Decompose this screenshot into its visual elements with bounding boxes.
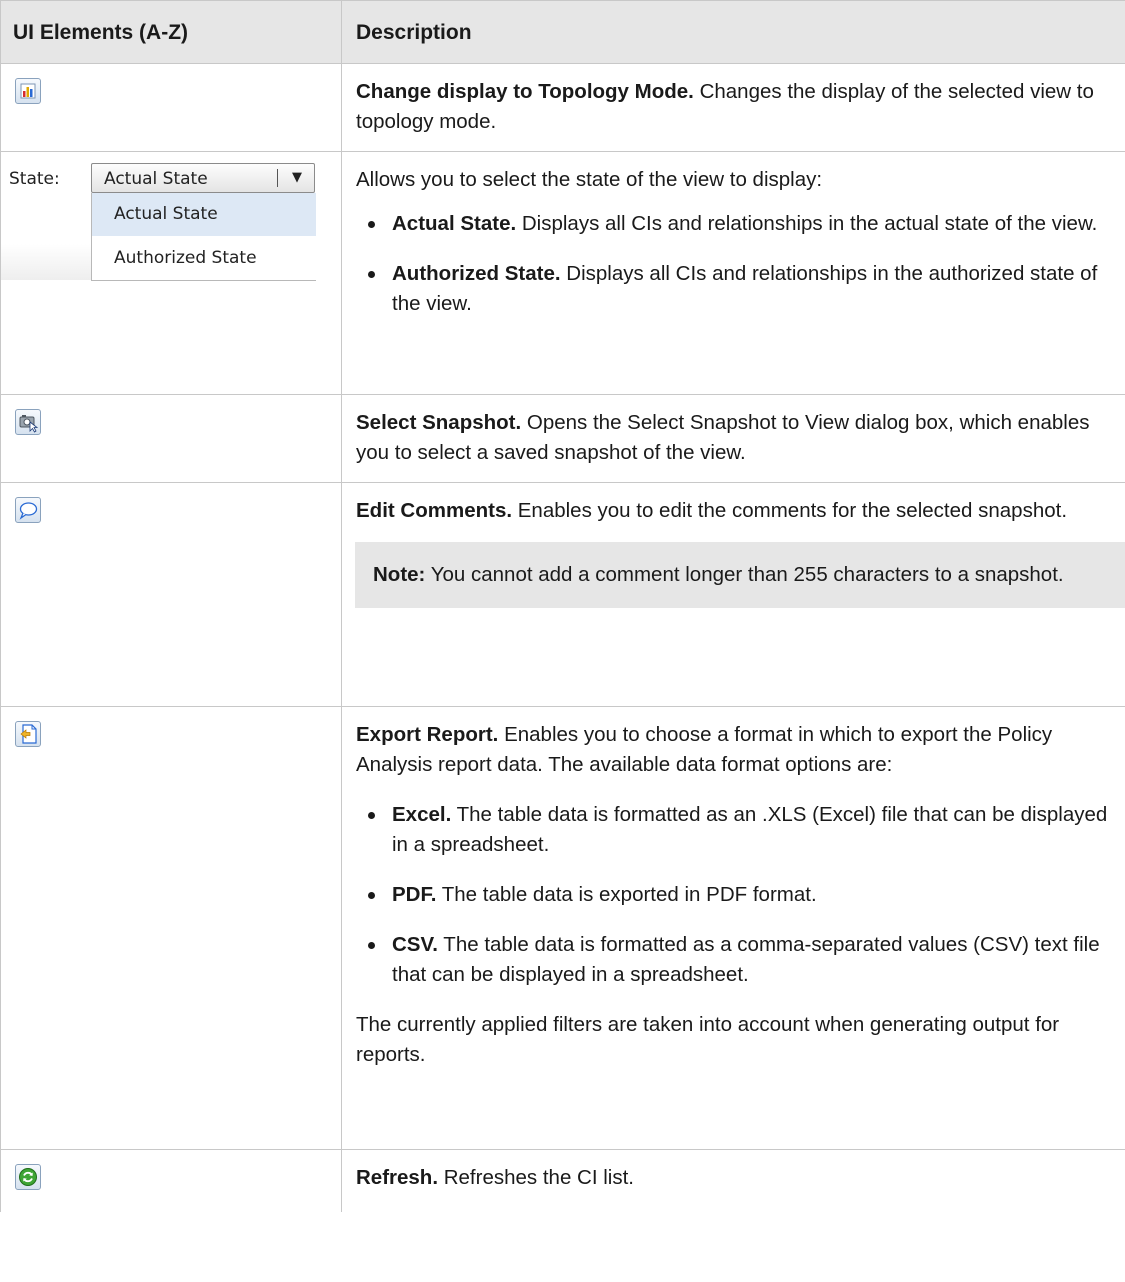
export-description: Export Report. Enables you to choose a f… [356, 720, 1113, 780]
description-cell: Export Report. Enables you to choose a f… [341, 706, 1125, 1150]
bullet-text: The table data is formatted as a comma-s… [392, 933, 1100, 986]
header-description: Description [341, 0, 1125, 64]
list-item: PDF. The table data is exported in PDF f… [356, 880, 1113, 910]
note-title: Note: [373, 563, 426, 586]
icon-cell [0, 394, 342, 483]
table-row-export: Export Report. Enables you to choose a f… [0, 706, 1125, 1150]
refresh-text: Refreshes the CI list. [438, 1166, 634, 1189]
combo-separator [277, 169, 278, 187]
bullet-text: The table data is exported in PDF format… [436, 883, 817, 906]
description-cell: Edit Comments. Enables you to edit the c… [341, 482, 1125, 707]
comments-text: Enables you to edit the comments for the… [512, 499, 1068, 522]
note-text: You cannot add a comment longer than 255… [425, 563, 1064, 586]
list-item: Excel. The table data is formatted as an… [356, 800, 1113, 860]
bullet-text: Displays all CIs and relationships in th… [516, 212, 1098, 235]
state-option-authorized[interactable]: Authorized State [92, 236, 316, 280]
speech-bubble-icon [15, 497, 41, 523]
description-cell: Change display to Topology Mode. Changes… [341, 63, 1125, 152]
table-row-snapshot: Select Snapshot. Opens the Select Snapsh… [0, 394, 1125, 483]
topology-title: Change display to Topology Mode. [356, 80, 694, 103]
state-label: State: [9, 169, 60, 189]
icon-cell [0, 63, 342, 152]
table-row-comments: Edit Comments. Enables you to edit the c… [0, 482, 1125, 707]
table-header-row: UI Elements (A-Z) Description [0, 0, 1125, 64]
snapshot-description: Select Snapshot. Opens the Select Snapsh… [356, 408, 1113, 468]
bullet-text: The table data is formatted as an .XLS (… [392, 803, 1108, 856]
table-row-topology: Change display to Topology Mode. Changes… [0, 63, 1125, 152]
bullet-title: Actual State. [392, 212, 517, 235]
icon-cell [0, 1149, 342, 1212]
refresh-title: Refresh. [356, 1166, 439, 1189]
export-report-icon [15, 721, 41, 747]
bullet-title: PDF. [392, 883, 437, 906]
state-intro: Allows you to select the state of the vi… [356, 168, 823, 191]
ui-elements-table: UI Elements (A-Z) Description Change dis… [0, 0, 1125, 1212]
comments-description: Edit Comments. Enables you to edit the c… [356, 496, 1113, 526]
state-option-actual[interactable]: Actual State [92, 193, 316, 236]
bullet-title: Authorized State. [392, 262, 561, 285]
snapshot-title: Select Snapshot. [356, 411, 522, 434]
export-footer: The currently applied filters are taken … [356, 1013, 1060, 1066]
comments-title: Edit Comments. [356, 499, 513, 522]
list-item: Authorized State. Displays all CIs and r… [356, 259, 1113, 319]
description-cell: Refresh. Refreshes the CI list. [341, 1149, 1125, 1212]
description-cell: Select Snapshot. Opens the Select Snapsh… [341, 394, 1125, 483]
description-cell: Allows you to select the state of the vi… [341, 151, 1125, 395]
export-format-bullets: Excel. The table data is formatted as an… [356, 800, 1113, 990]
icon-cell: State: Actual State ▼ Actual State Autho… [0, 151, 342, 395]
icon-cell [0, 482, 342, 707]
table-row-state: State: Actual State ▼ Actual State Autho… [0, 151, 1125, 395]
state-bullets: Actual State. Displays all CIs and relat… [356, 209, 1113, 319]
note-box: Note: You cannot add a comment longer th… [355, 542, 1125, 608]
refresh-icon [15, 1164, 41, 1190]
list-item: Actual State. Displays all CIs and relat… [356, 209, 1113, 239]
state-select-value: Actual State [104, 169, 208, 189]
select-snapshot-icon [15, 409, 41, 435]
list-item: CSV. The table data is formatted as a co… [356, 930, 1113, 990]
export-title: Export Report. [356, 723, 499, 746]
state-dropdown-screenshot: State: Actual State ▼ Actual State Autho… [1, 160, 316, 281]
chevron-down-icon[interactable]: ▼ [292, 169, 302, 187]
chart-bar-icon [15, 78, 41, 104]
icon-cell [0, 706, 342, 1150]
topology-description: Change display to Topology Mode. Changes… [356, 77, 1113, 137]
state-select[interactable]: Actual State ▼ [91, 163, 315, 193]
table-row-refresh: Refresh. Refreshes the CI list. [0, 1149, 1125, 1212]
refresh-description: Refresh. Refreshes the CI list. [356, 1163, 1113, 1193]
header-ui-elements: UI Elements (A-Z) [0, 0, 342, 64]
bullet-title: CSV. [392, 933, 438, 956]
state-options-list: Actual State Authorized State [91, 193, 316, 281]
bullet-title: Excel. [392, 803, 452, 826]
